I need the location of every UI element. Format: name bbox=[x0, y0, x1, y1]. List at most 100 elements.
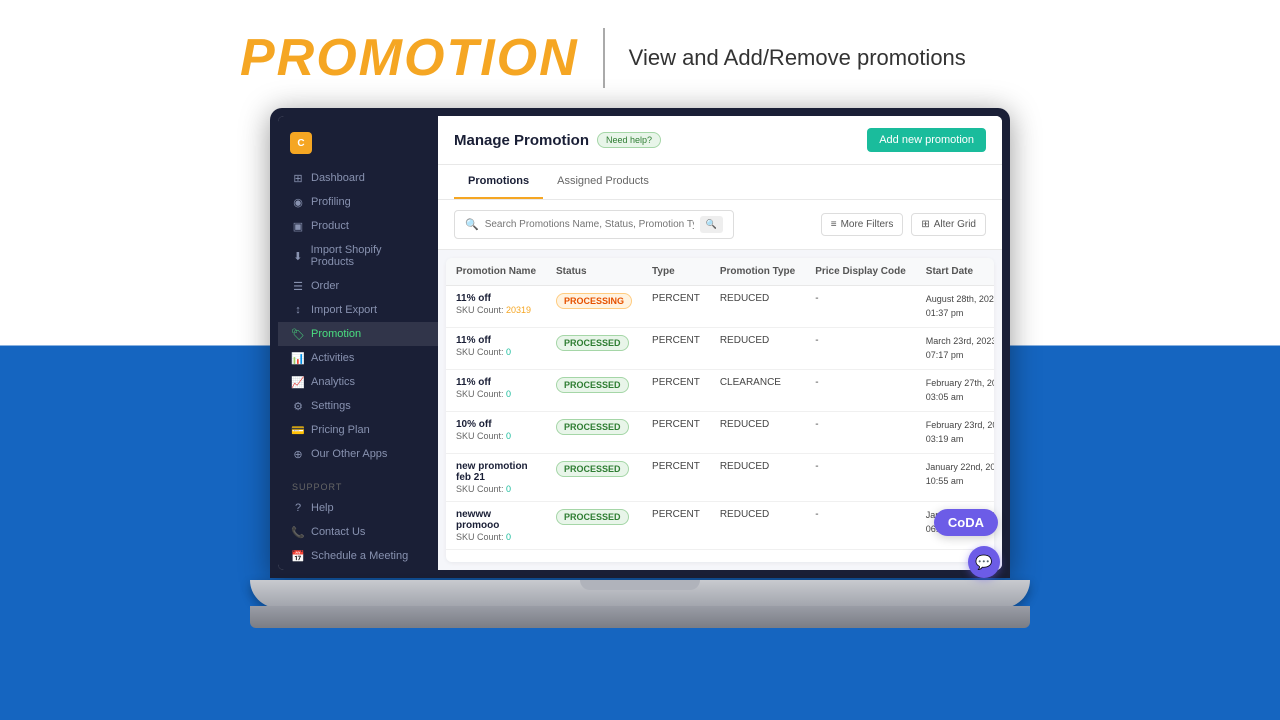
search-button[interactable]: 🔍 bbox=[700, 216, 723, 233]
cell-promo-name: new promotion feb 21 SKU Count: 0 bbox=[446, 454, 546, 502]
cell-type: PERCENT bbox=[642, 454, 710, 502]
sidebar-item-import-export[interactable]: ↕ Import Export bbox=[278, 298, 438, 322]
cell-price-display: - bbox=[805, 454, 916, 502]
sidebar-item-activities[interactable]: 📊 Activities bbox=[278, 346, 438, 370]
sidebar-item-help[interactable]: ? Help bbox=[278, 496, 438, 520]
cell-promo-name: 11% off SKU Count: 0 bbox=[446, 328, 546, 370]
sidebar-item-label: Import Shopify Products bbox=[311, 244, 424, 268]
table-row: 11% off SKU Count: 20319 PROCESSING PERC… bbox=[446, 286, 994, 328]
laptop-screen: C ⊞ Dashboard ◉ Profiling ▣ Product bbox=[270, 108, 1010, 578]
sidebar-item-dashboard[interactable]: ⊞ Dashboard bbox=[278, 166, 438, 190]
table-body: 11% off SKU Count: 20319 PROCESSING PERC… bbox=[446, 286, 994, 550]
col-type: Type bbox=[642, 258, 710, 286]
laptop-bottom-bar bbox=[250, 606, 1030, 628]
cell-start-date: February 27th, 202303:05 am bbox=[916, 370, 994, 412]
sidebar-item-analytics[interactable]: 📈 Analytics bbox=[278, 370, 438, 394]
sidebar-item-other-apps[interactable]: ⊕ Our Other Apps bbox=[278, 442, 438, 466]
topbar: Manage Promotion Need help? Add new prom… bbox=[438, 116, 1002, 165]
import-icon: ⬇ bbox=[292, 250, 304, 262]
coda-popup: CoDA bbox=[934, 509, 998, 536]
sidebar-item-schedule[interactable]: 📅 Schedule a Meeting bbox=[278, 544, 438, 568]
help-icon: ? bbox=[292, 502, 304, 514]
sidebar-item-import-shopify[interactable]: ⬇ Import Shopify Products bbox=[278, 238, 438, 274]
cell-promo-name: 10% off SKU Count: 0 bbox=[446, 412, 546, 454]
cell-price-display: - bbox=[805, 412, 916, 454]
cell-type: PERCENT bbox=[642, 412, 710, 454]
sidebar-item-label: Profiling bbox=[311, 196, 351, 208]
cell-type: PERCENT bbox=[642, 370, 710, 412]
sidebar-item-promotion[interactable]: 🏷 Promotion bbox=[278, 322, 438, 346]
sidebar-item-label: Import Export bbox=[311, 304, 377, 316]
sidebar-item-label: Schedule a Meeting bbox=[311, 550, 408, 562]
table-row: 10% off SKU Count: 0 PROCESSED PERCENT R… bbox=[446, 412, 994, 454]
support-label: SUPPORT bbox=[278, 474, 438, 496]
table-row: new promotion feb 21 SKU Count: 0 PROCES… bbox=[446, 454, 994, 502]
laptop-notch bbox=[580, 580, 700, 590]
pricing-icon: 💳 bbox=[292, 424, 304, 436]
filter-icon: ≡ bbox=[831, 219, 837, 230]
product-icon: ▣ bbox=[292, 220, 304, 232]
cell-price-display: - bbox=[805, 502, 916, 550]
grid-icon: ⊞ bbox=[921, 219, 929, 230]
promotions-table: Promotion Name Status Type Promotion Typ… bbox=[446, 258, 994, 550]
tab-assigned-products[interactable]: Assigned Products bbox=[543, 165, 663, 199]
header-subtitle: View and Add/Remove promotions bbox=[629, 45, 966, 71]
sidebar-item-pricing-plan[interactable]: 💳 Pricing Plan bbox=[278, 418, 438, 442]
cell-promo-type: REDUCED bbox=[710, 412, 805, 454]
cell-status: PROCESSED bbox=[546, 412, 642, 454]
cell-status: PROCESSED bbox=[546, 502, 642, 550]
tab-promotions[interactable]: Promotions bbox=[454, 165, 543, 199]
table-row: 11% off SKU Count: 0 PROCESSED PERCENT C… bbox=[446, 370, 994, 412]
dashboard-icon: ⊞ bbox=[292, 172, 304, 184]
header-divider bbox=[603, 28, 605, 88]
schedule-icon: 📅 bbox=[292, 550, 304, 562]
sidebar-item-label: Promotion bbox=[311, 328, 361, 340]
sidebar-item-label: Product bbox=[311, 220, 349, 232]
main-content: Manage Promotion Need help? Add new prom… bbox=[438, 116, 1002, 570]
sidebar-item-label: Contact Us bbox=[311, 526, 365, 538]
cell-status: PROCESSED bbox=[546, 328, 642, 370]
sidebar-item-product[interactable]: ▣ Product bbox=[278, 214, 438, 238]
table-wrapper: Promotion Name Status Type Promotion Typ… bbox=[446, 258, 994, 562]
table-row: 11% off SKU Count: 0 PROCESSED PERCENT R… bbox=[446, 328, 994, 370]
other-apps-icon: ⊕ bbox=[292, 448, 304, 460]
more-filters-button[interactable]: ≡ More Filters bbox=[821, 213, 904, 236]
sidebar-item-label: Settings bbox=[311, 400, 351, 412]
table-row: newww promooo SKU Count: 0 PROCESSED PER… bbox=[446, 502, 994, 550]
cell-price-display: - bbox=[805, 328, 916, 370]
sidebar-item-profiling[interactable]: ◉ Profiling bbox=[278, 190, 438, 214]
more-filters-label: More Filters bbox=[841, 219, 894, 230]
cell-promo-type: REDUCED bbox=[710, 286, 805, 328]
sidebar-item-label: Order bbox=[311, 280, 339, 292]
add-new-promotion-button[interactable]: Add new promotion bbox=[867, 128, 986, 152]
chat-bubble-button[interactable]: 💬 bbox=[968, 546, 1000, 578]
search-input[interactable] bbox=[485, 219, 694, 230]
tabs-bar: Promotions Assigned Products bbox=[438, 165, 1002, 200]
settings-icon: ⚙ bbox=[292, 400, 304, 412]
profiling-icon: ◉ bbox=[292, 196, 304, 208]
promotion-title: PROMOTION bbox=[240, 28, 579, 88]
col-promotion-type: Promotion Type bbox=[710, 258, 805, 286]
cell-type: PERCENT bbox=[642, 502, 710, 550]
cell-start-date: January 22nd, 202310:55 am bbox=[916, 454, 994, 502]
cell-promo-type: REDUCED bbox=[710, 502, 805, 550]
need-help-badge[interactable]: Need help? bbox=[597, 132, 661, 148]
sidebar-item-order[interactable]: ☰ Order bbox=[278, 274, 438, 298]
search-icon: 🔍 bbox=[465, 218, 479, 231]
sidebar-item-label: Our Other Apps bbox=[311, 448, 387, 460]
page-heading: Manage Promotion bbox=[454, 132, 589, 149]
cell-promo-type: CLEARANCE bbox=[710, 370, 805, 412]
sidebar-item-label: Activities bbox=[311, 352, 354, 364]
sidebar-item-contact[interactable]: 📞 Contact Us bbox=[278, 520, 438, 544]
sidebar-item-settings[interactable]: ⚙ Settings bbox=[278, 394, 438, 418]
toolbar-right: ≡ More Filters ⊞ Alter Grid bbox=[821, 213, 986, 236]
alter-grid-label: Alter Grid bbox=[934, 219, 976, 230]
toolbar: 🔍 🔍 ≡ More Filters ⊞ Alter Grid bbox=[438, 200, 1002, 250]
cell-promo-name: 11% off SKU Count: 20319 bbox=[446, 286, 546, 328]
col-price-display-code: Price Display Code bbox=[805, 258, 916, 286]
nav-section-main: ⊞ Dashboard ◉ Profiling ▣ Product ⬇ Impo… bbox=[278, 166, 438, 474]
table-header: Promotion Name Status Type Promotion Typ… bbox=[446, 258, 994, 286]
cell-start-date: March 23rd, 202307:17 pm bbox=[916, 328, 994, 370]
contact-icon: 📞 bbox=[292, 526, 304, 538]
alter-grid-button[interactable]: ⊞ Alter Grid bbox=[911, 213, 986, 236]
